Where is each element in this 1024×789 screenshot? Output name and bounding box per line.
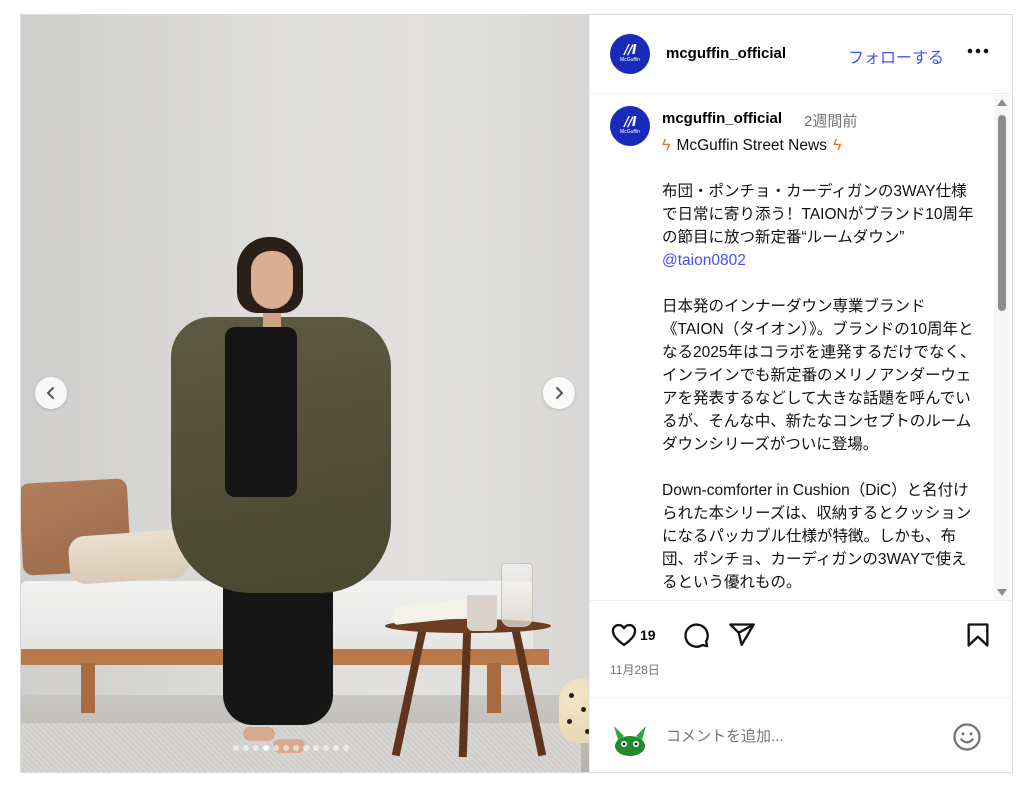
mention-link[interactable]: @taion0802 <box>662 249 980 272</box>
carousel-dot[interactable] <box>303 745 309 751</box>
carafe <box>501 563 533 627</box>
action-bar: 19 11月28日 <box>590 600 1013 697</box>
carousel-dot[interactable] <box>263 745 269 751</box>
emoji-button[interactable] <box>952 722 982 752</box>
carousel-next-button[interactable] <box>543 377 575 409</box>
carousel-dot[interactable] <box>273 745 279 751</box>
carousel-prev-button[interactable] <box>35 377 67 409</box>
share-button[interactable] <box>728 621 756 649</box>
logo-mark: /∕I <box>624 43 636 58</box>
like-count[interactable]: 19 <box>640 627 656 643</box>
lightning-icon: ϟ <box>832 137 842 154</box>
comment-button[interactable] <box>682 621 710 649</box>
news-title: McGuffin Street News <box>676 137 827 154</box>
post-image[interactable] <box>21 15 589 772</box>
pattern-dot <box>569 693 574 698</box>
bed-leg <box>81 663 95 713</box>
news-title-line: ϟ McGuffin Street News ϟ <box>662 134 980 157</box>
model-face <box>251 251 293 309</box>
pillow <box>67 528 191 586</box>
caption-avatar[interactable]: /∕I McGuffin <box>610 106 650 146</box>
bed-leg <box>487 663 501 713</box>
pattern-dot <box>567 719 572 724</box>
chevron-right-icon <box>556 387 563 399</box>
caption-headline: 布団・ポンチョ・カーディガンの3WAY仕様で日常に寄り添う！TAIONがブランド… <box>662 183 974 246</box>
pattern-dot <box>581 707 586 712</box>
post-date[interactable]: 11月28日 <box>610 661 660 678</box>
like-button[interactable] <box>610 621 638 649</box>
lightning-icon: ϟ <box>662 137 671 154</box>
carousel-dot[interactable] <box>333 745 339 751</box>
save-button[interactable] <box>964 621 992 649</box>
caption-paragraph: 日本発のインナーダウン専業ブランド《TAION（タイオン）》。ブランドの10周年… <box>662 298 976 453</box>
model-foot <box>243 727 275 741</box>
post-sidebar: /∕I McGuffin mcguffin_official フォローする /∕… <box>589 15 1013 772</box>
carousel-indicator <box>233 745 349 751</box>
account-avatar[interactable]: /∕I McGuffin <box>610 34 650 74</box>
heart-icon <box>611 623 637 647</box>
scroll-down-icon[interactable] <box>997 589 1007 596</box>
send-icon <box>729 623 755 647</box>
chevron-left-icon <box>47 387 54 399</box>
post-header: /∕I McGuffin mcguffin_official フォローする <box>590 15 1013 94</box>
ottoman <box>559 679 589 743</box>
caption-paragraph: Down-comforter in Cushion（DiC）と名付けられた本シリ… <box>662 482 972 591</box>
carousel-dot[interactable] <box>233 745 239 751</box>
carousel-dot[interactable] <box>243 745 249 751</box>
carousel-dot[interactable] <box>253 745 259 751</box>
model-top <box>225 327 297 497</box>
caption-username[interactable]: mcguffin_official <box>662 110 782 127</box>
caption-scroll-area[interactable]: /∕I McGuffin mcguffin_official 2週間前 ϟ Mc… <box>590 94 1013 599</box>
post-card: /∕I McGuffin mcguffin_official フォローする /∕… <box>20 14 1013 773</box>
more-options-button[interactable] <box>966 39 990 63</box>
more-horizontal-icon <box>967 48 989 54</box>
post-time[interactable]: 2週間前 <box>804 110 857 131</box>
mug <box>467 595 497 631</box>
carousel-dot[interactable] <box>283 745 289 751</box>
logo-text: McGuffin <box>620 129 640 135</box>
caption-text: ϟ McGuffin Street News ϟ 布団・ポンチョ・カーディガンの… <box>662 134 980 594</box>
follow-button[interactable]: フォローする <box>848 44 944 68</box>
comment-icon <box>684 623 709 648</box>
scroll-up-icon[interactable] <box>997 99 1007 106</box>
user-avatar-icon[interactable] <box>610 720 650 758</box>
bookmark-icon <box>967 623 989 647</box>
logo-mark: /∕I <box>624 115 636 130</box>
carousel-dot[interactable] <box>323 745 329 751</box>
account-username[interactable]: mcguffin_official <box>666 45 786 62</box>
logo-text: McGuffin <box>620 57 640 63</box>
carousel-dot[interactable] <box>293 745 299 751</box>
emoji-icon <box>953 723 981 751</box>
comment-bar <box>590 697 1013 773</box>
scrollbar[interactable] <box>994 95 1010 600</box>
scrollbar-thumb[interactable] <box>998 115 1006 311</box>
carousel-dot[interactable] <box>313 745 319 751</box>
carousel-dot[interactable] <box>343 745 349 751</box>
comment-input[interactable] <box>666 728 926 745</box>
